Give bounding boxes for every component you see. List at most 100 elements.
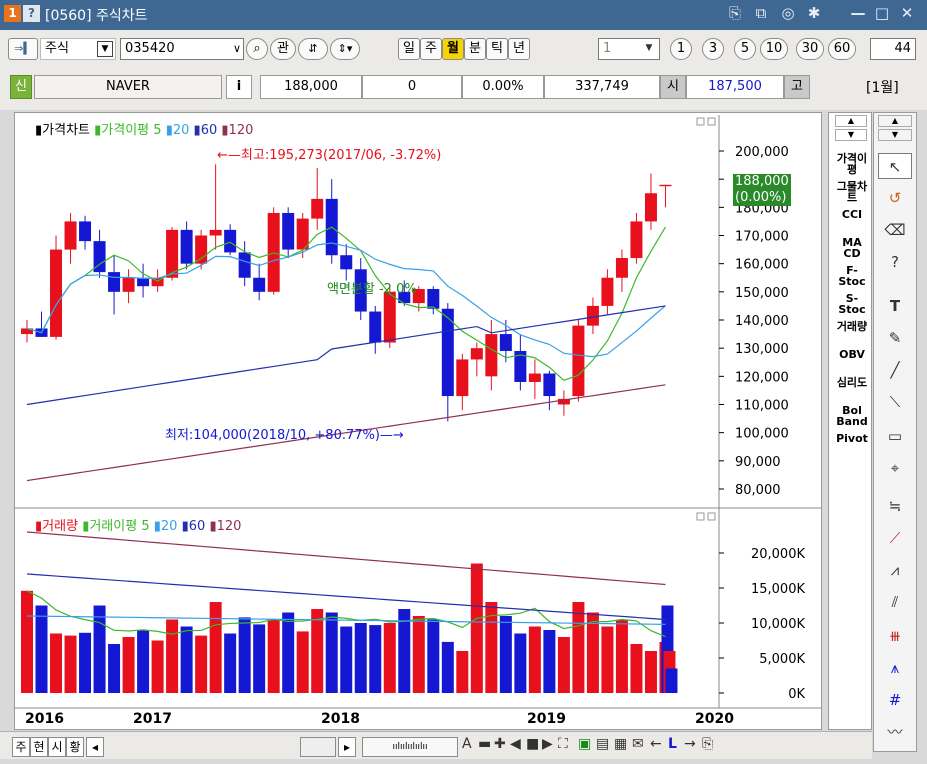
question-icon[interactable]: ? <box>878 249 912 275</box>
indicator-5[interactable]: S-Stoc <box>834 293 870 315</box>
stock-name[interactable]: NAVER <box>34 75 222 99</box>
period-year[interactable]: 년 <box>508 38 530 60</box>
line-icon[interactable]: ╱ <box>878 357 912 383</box>
num-60-button[interactable]: 60 <box>828 38 856 60</box>
undo-icon[interactable]: ↺ <box>878 185 912 211</box>
indicator-3[interactable]: MA CD <box>834 237 870 259</box>
indicator-1[interactable]: 그물차트 <box>834 181 870 203</box>
erase-all-icon[interactable]: ⌫ <box>878 217 912 243</box>
camera-icon[interactable]: ◎ <box>778 4 798 22</box>
num-3-button[interactable]: 3 <box>702 38 724 60</box>
grid-icon[interactable]: # <box>878 687 912 713</box>
crosshair-icon[interactable]: ⛶ <box>558 736 568 752</box>
period-minute[interactable]: 분 <box>464 38 486 60</box>
legend-ma60: 60 <box>200 123 218 138</box>
layout-icon[interactable]: ▦ <box>614 736 627 752</box>
arrow-button[interactable]: ⇒▍ <box>8 38 38 60</box>
dropdown-icon[interactable]: ▼ <box>641 41 657 57</box>
num-1-button[interactable]: 1 <box>670 38 692 60</box>
settings-icon[interactable]: ✱ <box>804 4 824 22</box>
export-icon[interactable]: ⎘ <box>702 736 713 752</box>
mail-icon[interactable]: ✉ <box>632 736 644 752</box>
rectangle-icon[interactable]: ▭ <box>878 423 912 449</box>
scroll-down-button[interactable]: ▼ <box>835 129 867 141</box>
scroll-left-button[interactable]: ◂ <box>86 737 104 757</box>
indicator-2[interactable]: CCI <box>834 209 870 220</box>
num-30-button[interactable]: 30 <box>796 38 824 60</box>
pencil-icon[interactable]: ✎ <box>878 325 912 351</box>
volume-bar <box>441 641 454 693</box>
maximize-icon[interactable]: □ <box>872 4 892 22</box>
text-icon[interactable]: T <box>878 293 912 319</box>
num-10-button[interactable]: 10 <box>760 38 788 60</box>
info-button[interactable]: i <box>226 75 252 99</box>
legend-price: 가격차트 <box>42 123 90 138</box>
indicator-6[interactable]: 거래량 <box>834 321 870 332</box>
fan-icon[interactable]: ⩘ <box>878 557 912 583</box>
zigzag-icon[interactable]: ⩚ <box>878 655 912 681</box>
chart-svg[interactable]: 200,000190,000180,000170,000160,000150,0… <box>15 113 821 729</box>
updown-icon[interactable]: ⇕▾ <box>330 38 360 60</box>
next-icon[interactable]: ▶ <box>542 736 553 752</box>
save-icon[interactable]: ▤ <box>596 736 609 752</box>
period-week[interactable]: 주 <box>420 38 442 60</box>
tab-hyeon[interactable]: 현 <box>30 737 48 757</box>
pin-icon[interactable]: ⎘ <box>725 4 745 22</box>
close-icon[interactable]: ✕ <box>897 4 917 22</box>
channel-icon[interactable]: ⫽ <box>878 589 912 615</box>
scroll-right-button[interactable]: ▸ <box>338 737 356 757</box>
indicator-10[interactable]: Pivot <box>834 433 870 444</box>
cycle-icon[interactable]: ⧻ <box>878 623 912 649</box>
text-a-icon[interactable]: A <box>462 736 472 752</box>
tab-si[interactable]: 시 <box>48 737 66 757</box>
count-select[interactable]: 1 ▼ <box>598 38 660 60</box>
arrow-right-icon[interactable]: → <box>684 736 696 752</box>
target-icon[interactable]: ⌖ <box>878 455 912 481</box>
legend-vma60: 60 <box>188 519 206 534</box>
letter-l-icon[interactable]: L <box>668 736 677 752</box>
num-5-button[interactable]: 5 <box>734 38 756 60</box>
tab-hwang[interactable]: 황 <box>66 737 84 757</box>
period-tick[interactable]: 틱 <box>486 38 508 60</box>
arrow-left-icon[interactable]: ← <box>650 736 662 752</box>
tools-down-button[interactable]: ▼ <box>878 129 912 141</box>
excel-icon[interactable]: ▣ <box>578 736 591 752</box>
indicator-8[interactable]: 심리도 <box>834 377 870 388</box>
scroll-up-button[interactable]: ▲ <box>835 115 867 127</box>
indicator-4[interactable]: F-Stoc <box>834 265 870 287</box>
window-number-badge[interactable]: 1 <box>4 5 21 22</box>
period-day[interactable]: 일 <box>398 38 420 60</box>
prev-icon[interactable]: ◀ <box>510 736 521 752</box>
minimize-icon[interactable]: — <box>848 4 868 22</box>
dropdown-icon[interactable]: ▼ <box>97 41 113 57</box>
scroll-thumb[interactable] <box>300 737 336 757</box>
volume-bar <box>601 626 614 693</box>
zoom-slider[interactable]: ıılıılıılıılıı <box>362 737 458 757</box>
sort-icon[interactable]: ⇵ <box>298 38 328 60</box>
market-select[interactable]: 주식 ▼ <box>40 38 116 60</box>
trend-icon[interactable]: ⟍ <box>878 389 912 415</box>
indicator-9[interactable]: Bol Band <box>834 405 870 427</box>
candle-body <box>50 249 63 337</box>
chevron-down-icon[interactable]: ∨ <box>233 39 241 59</box>
title-bar: 1 ? [0560] 주식차트 ⎘ ⧉ ◎ ✱ — □ ✕ <box>0 0 927 30</box>
help-icon[interactable]: ? <box>23 5 40 22</box>
indicator-7[interactable]: OBV <box>834 349 870 360</box>
stop-icon[interactable]: ■ <box>526 736 539 752</box>
search-icon[interactable]: ⌕ <box>246 38 268 60</box>
copy-icon[interactable]: ⧉ <box>751 4 771 22</box>
cursor-icon[interactable]: ↖ <box>878 153 912 179</box>
gann-icon[interactable]: ⟋ <box>878 525 912 551</box>
tools-up-button[interactable]: ▲ <box>878 115 912 127</box>
period-month[interactable]: 월 <box>442 38 464 60</box>
tab-ju[interactable]: 주 <box>12 737 30 757</box>
indicator-0[interactable]: 가격이평 <box>834 153 870 175</box>
plus-icon[interactable]: ✚ <box>494 736 506 752</box>
bar-count-input[interactable]: 44 <box>870 38 916 60</box>
wave-icon[interactable]: 〰 <box>878 719 912 745</box>
stock-code-input[interactable]: 035420 ∨ <box>120 38 244 60</box>
chart-area[interactable]: 200,000190,000180,000170,000160,000150,0… <box>14 112 822 730</box>
fibonacci-icon[interactable]: ≒ <box>878 493 912 519</box>
related-button[interactable]: 관 <box>270 38 296 60</box>
minus-icon[interactable]: ▬ <box>478 736 491 752</box>
